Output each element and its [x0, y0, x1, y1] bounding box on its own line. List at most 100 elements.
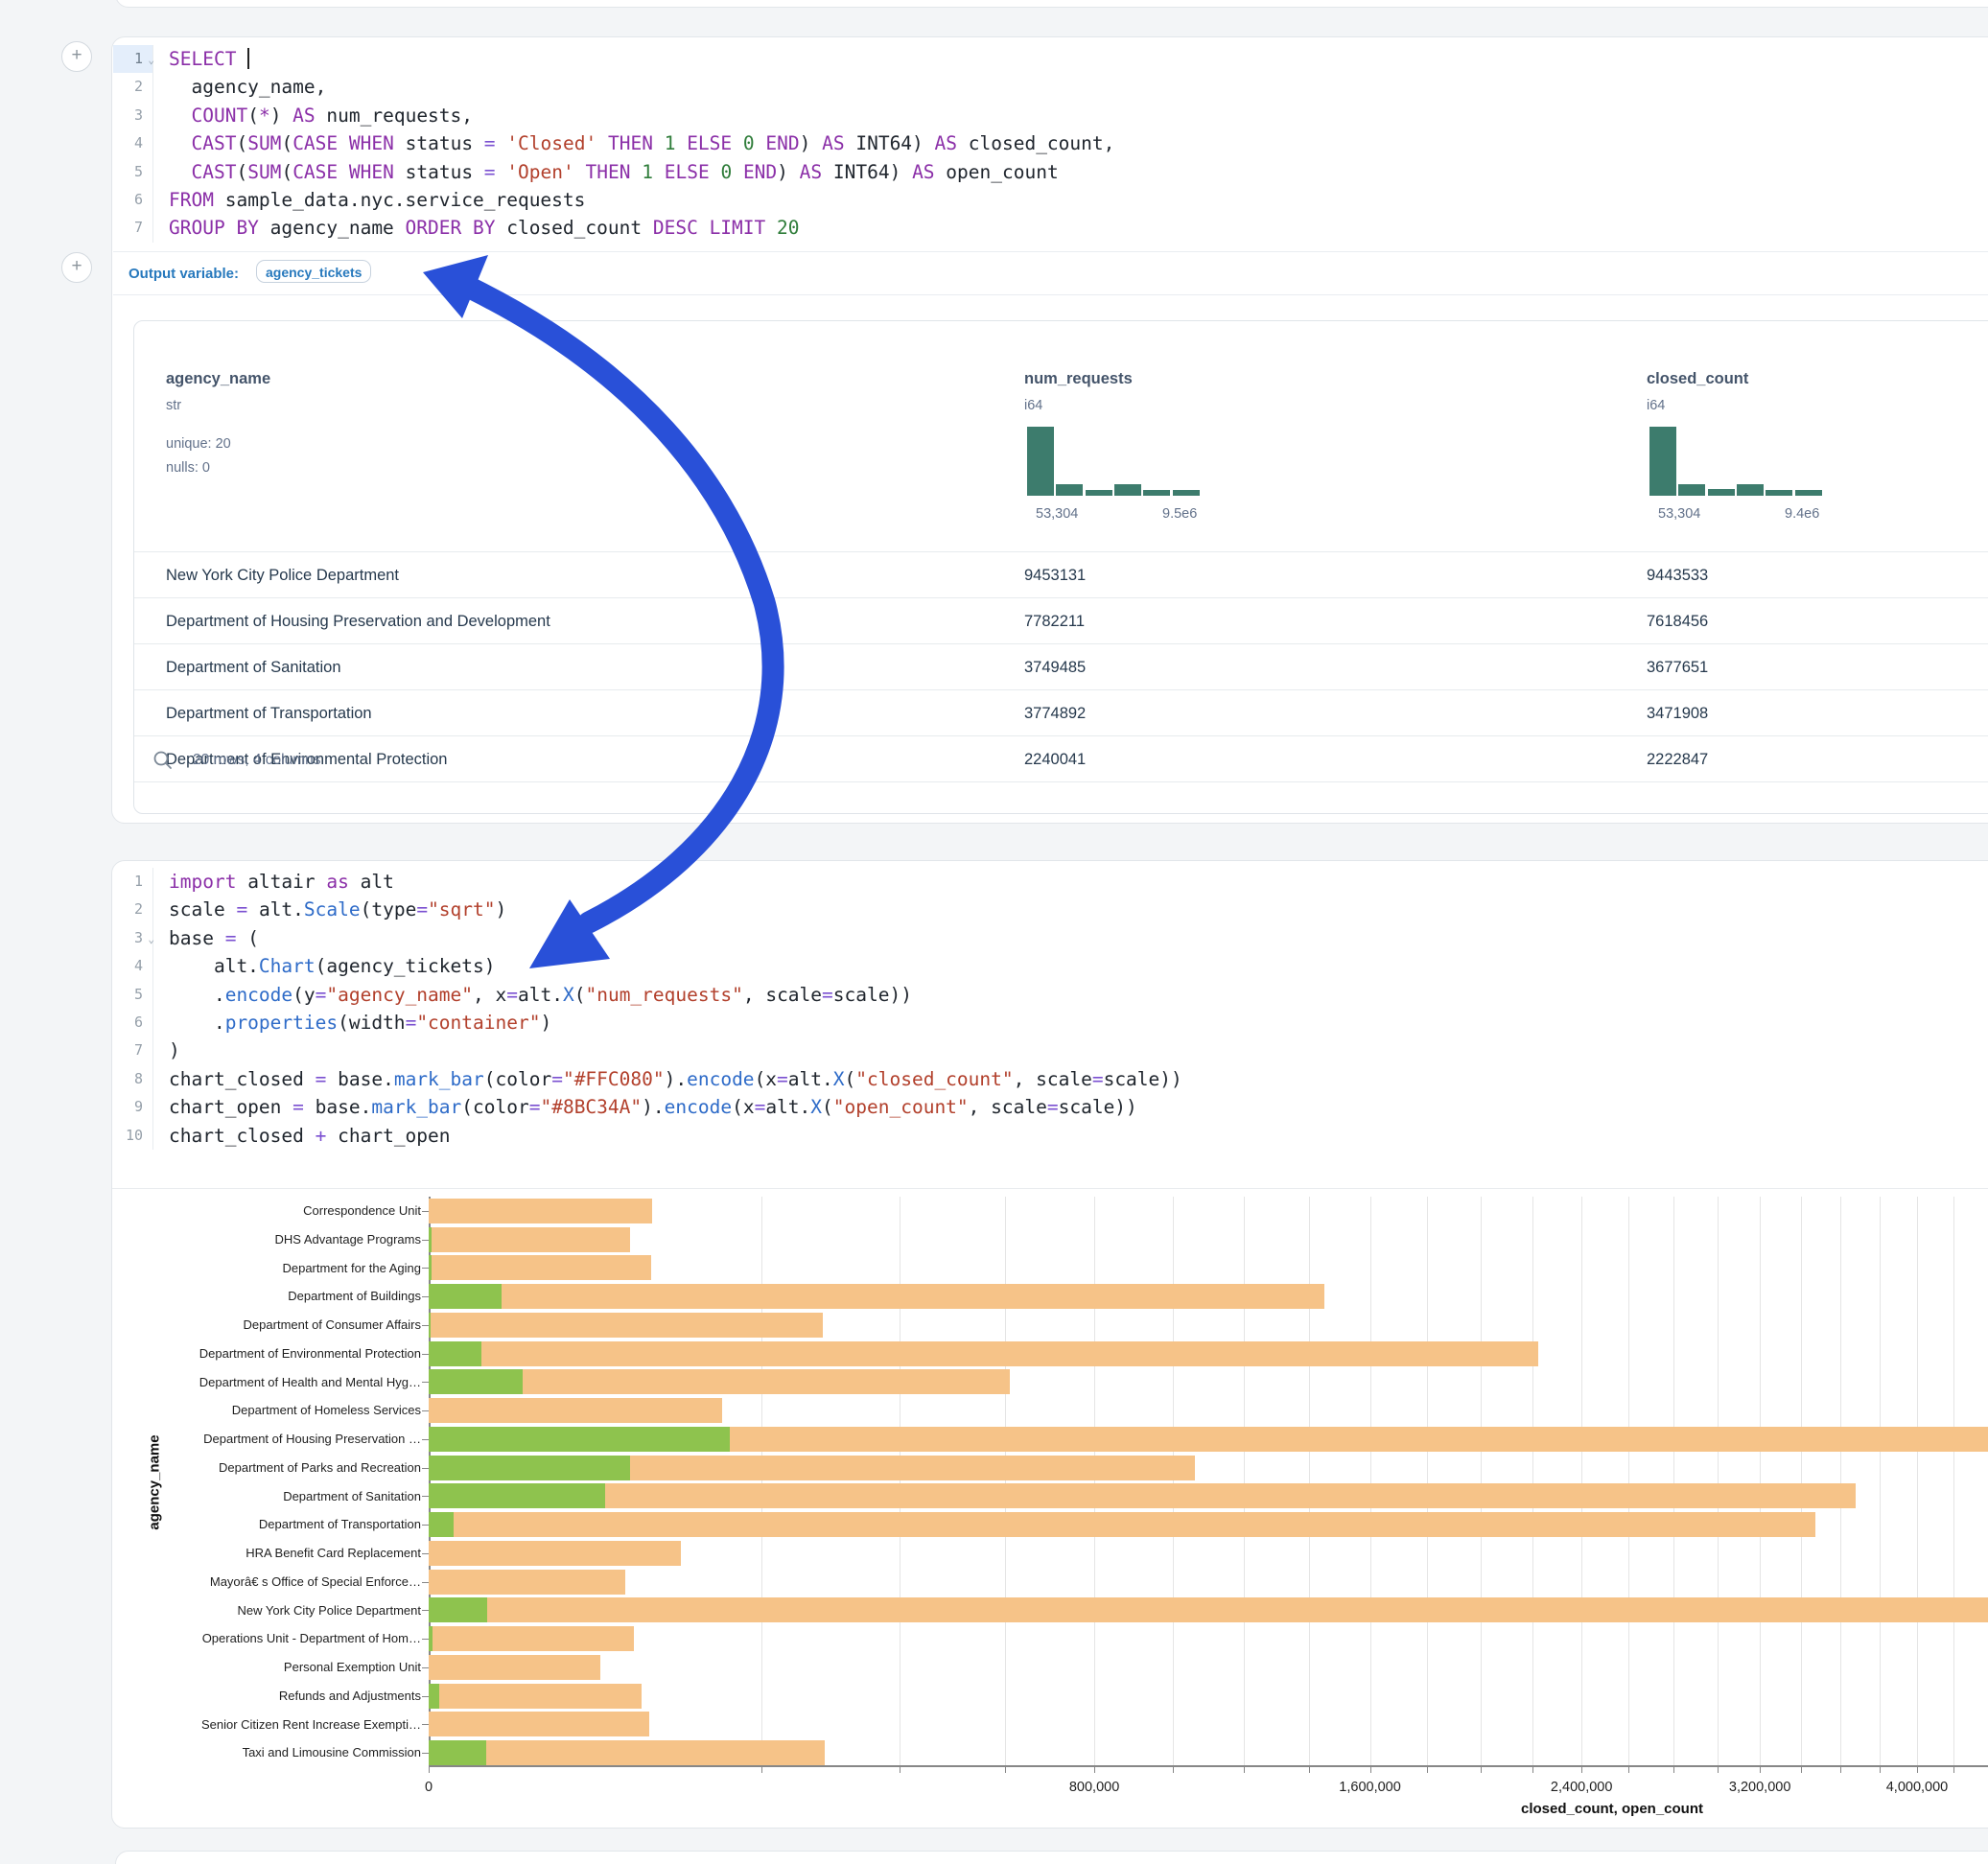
table-row[interactable]: Department of Environmental Protection22…	[134, 735, 1988, 782]
column-header[interactable]: agency_name	[166, 370, 270, 388]
bar-open-count	[429, 1255, 432, 1280]
table-cell: New York City Police Department	[166, 552, 399, 598]
bar-closed-count	[429, 1398, 722, 1423]
fold-chevron-icon[interactable]: ⌄	[148, 925, 154, 953]
category-label: Department of Health and Mental Hyg…	[199, 1368, 421, 1397]
code-line[interactable]: 1import altair as alt	[113, 868, 1988, 896]
table-cell: 3749485	[1024, 644, 1086, 690]
code-line[interactable]: 3 COUNT(*) AS num_requests,	[113, 102, 1988, 129]
axis-tick-label: 800,000	[1069, 1780, 1119, 1795]
output-variable-pill[interactable]: agency_tickets	[256, 260, 371, 283]
axis-tick	[422, 1696, 429, 1697]
code-text: chart_closed + chart_open	[153, 1122, 451, 1150]
column-type: i64	[1024, 398, 1042, 413]
code-line[interactable]: 1⌄SELECT	[113, 45, 1988, 73]
histogram-bar	[1678, 484, 1705, 496]
bar-closed-count	[429, 1684, 642, 1709]
axis-tick	[422, 1724, 429, 1725]
histogram-max-label: 9.5e6	[1162, 506, 1197, 522]
axis-tick	[1760, 1767, 1761, 1773]
code-line[interactable]: 2 agency_name,	[113, 73, 1988, 101]
axis-tick	[422, 1354, 429, 1355]
axis-tick	[1718, 1767, 1719, 1773]
bar-open-count	[429, 1369, 523, 1394]
code-line[interactable]: 4 CAST(SUM(CASE WHEN status = 'Closed' T…	[113, 129, 1988, 157]
axis-tick	[1481, 1767, 1482, 1773]
gridline	[1481, 1197, 1482, 1765]
code-line[interactable]: 3⌄base = (	[113, 924, 1988, 952]
output-variable-label: Output variable:	[129, 266, 239, 282]
line-number: 2	[113, 896, 153, 923]
category-label: Department for the Aging	[282, 1254, 421, 1283]
column-header[interactable]: num_requests	[1024, 370, 1133, 388]
column-stat: unique: 20	[166, 436, 231, 452]
bar-open-count	[429, 1341, 481, 1366]
code-text: scale = alt.Scale(type="sqrt")	[153, 896, 506, 923]
category-label: Refunds and Adjustments	[279, 1682, 421, 1711]
histogram-bar	[1056, 484, 1083, 496]
category-label: Department of Sanitation	[283, 1482, 421, 1511]
table-row[interactable]: New York City Police Department945313194…	[134, 551, 1988, 598]
category-label: Operations Unit - Department of Hom…	[202, 1624, 421, 1653]
table-row[interactable]: Department of Transportation377489234719…	[134, 689, 1988, 736]
add-cell-button[interactable]: +	[61, 41, 92, 72]
gridline	[1718, 1197, 1719, 1765]
code-line[interactable]: 9chart_open = base.mark_bar(color="#8BC3…	[113, 1093, 1988, 1121]
code-line[interactable]: 2scale = alt.Scale(type="sqrt")	[113, 896, 1988, 923]
gridline	[1005, 1197, 1006, 1765]
line-number: 8	[113, 1065, 153, 1093]
table-cell: Department of Housing Preservation and D…	[166, 598, 550, 644]
line-number: 9	[113, 1093, 153, 1121]
fold-chevron-icon[interactable]: ⌄	[148, 46, 154, 74]
axis-tick	[422, 1496, 429, 1497]
add-cell-button[interactable]: +	[61, 252, 92, 283]
column-histogram	[1649, 427, 1822, 496]
axis-tick	[1840, 1767, 1841, 1773]
code-line[interactable]: 8chart_closed = base.mark_bar(color="#FF…	[113, 1065, 1988, 1093]
y-axis-title: agency_name	[147, 1434, 163, 1529]
gridline	[1532, 1197, 1533, 1765]
category-label: DHS Advantage Programs	[275, 1225, 421, 1254]
gridline	[1840, 1197, 1841, 1765]
axis-tick	[422, 1667, 429, 1668]
gridline	[1244, 1197, 1245, 1765]
code-line[interactable]: 6FROM sample_data.nyc.service_requests	[113, 186, 1988, 214]
gridline	[1760, 1197, 1761, 1765]
code-line[interactable]: 6 .properties(width="container")	[113, 1009, 1988, 1037]
gridline	[1801, 1197, 1802, 1765]
table-row[interactable]: Department of Housing Preservation and D…	[134, 597, 1988, 644]
column-header[interactable]: closed_count	[1647, 370, 1748, 388]
line-number: 3	[113, 102, 153, 129]
axis-tick	[422, 1325, 429, 1326]
histogram-min-label: 53,304	[1036, 506, 1078, 522]
bar-closed-count	[429, 1483, 1856, 1508]
line-number: 5	[113, 981, 153, 1009]
histogram-bar	[1766, 490, 1792, 496]
sql-code-editor[interactable]: 1⌄SELECT 2 agency_name,3 COUNT(*) AS num…	[113, 45, 1988, 243]
gridline	[761, 1197, 762, 1765]
result-table: agency_name str unique: 20 nulls: 0 num_…	[133, 320, 1988, 814]
line-number: 10	[113, 1122, 153, 1150]
bar-open-count	[429, 1284, 502, 1309]
column-type: str	[166, 398, 181, 413]
text-cursor	[247, 48, 249, 69]
histogram-bar	[1086, 490, 1112, 496]
code-text: .properties(width="container")	[153, 1009, 551, 1037]
python-code-editor[interactable]: 1import altair as alt2scale = alt.Scale(…	[113, 868, 1988, 1150]
category-label: Correspondence Unit	[303, 1197, 421, 1225]
code-line[interactable]: 7GROUP BY agency_name ORDER BY closed_co…	[113, 214, 1988, 242]
table-row[interactable]: Department of Sanitation37494853677651	[134, 643, 1988, 690]
code-line[interactable]: 10chart_closed + chart_open	[113, 1122, 1988, 1150]
code-text: SELECT	[153, 45, 249, 73]
axis-tick	[1953, 1767, 1954, 1773]
histogram-bar	[1737, 484, 1764, 496]
axis-tick	[1532, 1767, 1533, 1773]
code-line[interactable]: 4 alt.Chart(agency_tickets)	[113, 952, 1988, 980]
search-icon[interactable]	[152, 750, 174, 771]
axis-tick	[422, 1296, 429, 1297]
code-line[interactable]: 5 .encode(y="agency_name", x=alt.X("num_…	[113, 981, 1988, 1009]
code-line[interactable]: 7)	[113, 1037, 1988, 1064]
bar-open-count	[429, 1313, 431, 1338]
code-line[interactable]: 5 CAST(SUM(CASE WHEN status = 'Open' THE…	[113, 158, 1988, 186]
code-text: alt.Chart(agency_tickets)	[153, 952, 495, 980]
